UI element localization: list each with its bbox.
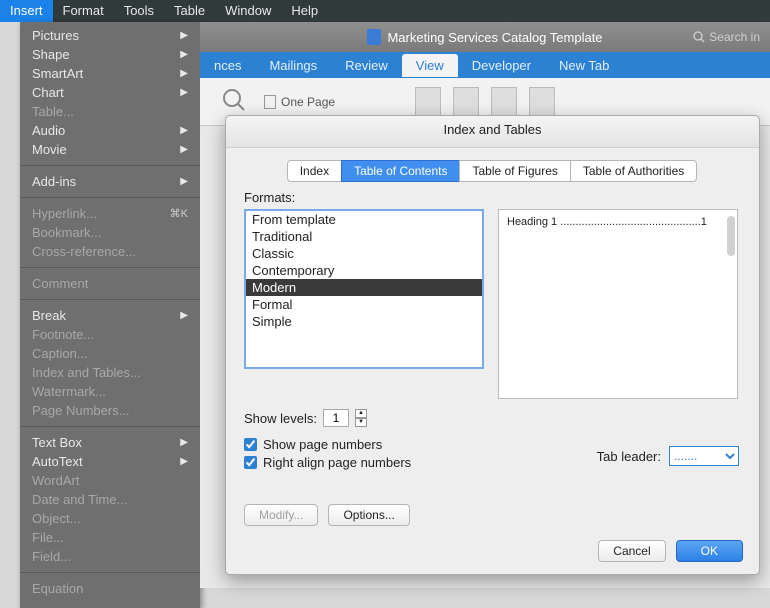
search-placeholder: Search in — [709, 30, 760, 44]
menu-insert[interactable]: Insert — [0, 0, 53, 22]
one-page-option[interactable]: One Page — [264, 95, 335, 109]
search-icon — [693, 31, 705, 43]
submenu-arrow-icon: ▶ — [180, 125, 188, 136]
menu-item-footnote: Footnote... — [20, 325, 200, 344]
menu-item-pictures[interactable]: Pictures▶ — [20, 26, 200, 45]
toc-preview: Heading 1 ..............................… — [498, 209, 738, 399]
menu-table[interactable]: Table — [164, 0, 215, 22]
menu-window[interactable]: Window — [215, 0, 281, 22]
menu-tools[interactable]: Tools — [114, 0, 164, 22]
menu-item-autotext[interactable]: AutoText▶ — [20, 452, 200, 471]
menu-item-bookmark: Bookmark... — [20, 223, 200, 242]
one-page-label: One Page — [281, 95, 335, 109]
window-title: Marketing Services Catalog Template — [387, 30, 602, 45]
menu-item-file: File... — [20, 528, 200, 547]
menu-item-cross-reference: Cross-reference... — [20, 242, 200, 261]
menu-item-comment: Comment — [20, 274, 200, 293]
submenu-arrow-icon: ▶ — [180, 456, 188, 467]
format-option-contemporary[interactable]: Contemporary — [246, 262, 482, 279]
dialog-tabs: Index Table of Contents Table of Figures… — [226, 160, 759, 182]
formats-listbox[interactable]: From templateTraditionalClassicContempor… — [244, 209, 484, 369]
show-page-numbers-label: Show page numbers — [263, 437, 382, 452]
ok-button[interactable]: OK — [676, 540, 743, 562]
menu-item-movie[interactable]: Movie▶ — [20, 140, 200, 159]
formats-label: Formats: — [244, 190, 741, 205]
show-levels-input[interactable] — [323, 409, 349, 427]
ribbon-tab-view[interactable]: View — [402, 54, 458, 77]
menu-item-table: Table... — [20, 102, 200, 121]
menu-item-smartart[interactable]: SmartArt▶ — [20, 64, 200, 83]
tab-table-of-figures[interactable]: Table of Figures — [459, 160, 570, 182]
menu-item-caption: Caption... — [20, 344, 200, 363]
modify-button: Modify... — [244, 504, 318, 526]
submenu-arrow-icon: ▶ — [180, 30, 188, 41]
search-box[interactable]: Search in — [693, 30, 760, 44]
menu-item-date-and-time: Date and Time... — [20, 490, 200, 509]
menu-item-shape[interactable]: Shape▶ — [20, 45, 200, 64]
cancel-button[interactable]: Cancel — [598, 540, 665, 562]
menu-item-field: Field... — [20, 547, 200, 566]
tab-leader-select[interactable]: ....... — [669, 446, 739, 466]
show-levels-stepper[interactable]: ▲ ▼ — [355, 409, 367, 427]
ribbon-tabs: nces Mailings Review View Developer New … — [200, 52, 770, 78]
stepper-down-icon[interactable]: ▼ — [355, 418, 367, 427]
menu-item-object: Object... — [20, 509, 200, 528]
index-and-tables-dialog: Index and Tables Index Table of Contents… — [225, 115, 760, 575]
submenu-arrow-icon: ▶ — [180, 49, 188, 60]
menu-item-page-numbers: Page Numbers... — [20, 401, 200, 420]
stepper-up-icon[interactable]: ▲ — [355, 409, 367, 418]
ribbon-tab-review[interactable]: Review — [331, 54, 402, 77]
menu-item-break[interactable]: Break▶ — [20, 306, 200, 325]
menu-item-audio[interactable]: Audio▶ — [20, 121, 200, 140]
ribbon-tab-developer[interactable]: Developer — [458, 54, 545, 77]
menu-item-add-ins[interactable]: Add-ins▶ — [20, 172, 200, 191]
submenu-arrow-icon: ▶ — [180, 176, 188, 187]
tab-table-of-authorities[interactable]: Table of Authorities — [570, 160, 697, 182]
ribbon-shape-2[interactable] — [453, 87, 479, 117]
window-titlebar: Marketing Services Catalog Template Sear… — [200, 22, 770, 52]
menu-format[interactable]: Format — [53, 0, 114, 22]
zoom-icon[interactable] — [220, 86, 248, 117]
preview-scrollbar[interactable] — [727, 216, 735, 256]
tab-table-of-contents[interactable]: Table of Contents — [341, 160, 460, 182]
tab-leader-label: Tab leader: — [597, 449, 661, 464]
submenu-arrow-icon: ▶ — [180, 144, 188, 155]
dialog-title: Index and Tables — [226, 116, 759, 148]
right-align-label: Right align page numbers — [263, 455, 411, 470]
submenu-arrow-icon: ▶ — [180, 437, 188, 448]
menu-item-hyperlink: Hyperlink...⌘K — [20, 204, 200, 223]
ribbon-tab-references[interactable]: nces — [200, 54, 255, 77]
format-option-formal[interactable]: Formal — [246, 296, 482, 313]
ribbon-shape-4[interactable] — [529, 87, 555, 117]
menu-item-text-box[interactable]: Text Box▶ — [20, 433, 200, 452]
ribbon-shape-1[interactable] — [415, 87, 441, 117]
menu-item-equation: Equation — [20, 579, 200, 598]
menu-help[interactable]: Help — [281, 0, 328, 22]
submenu-arrow-icon: ▶ — [180, 68, 188, 79]
menu-item-watermark: Watermark... — [20, 382, 200, 401]
document-icon — [367, 29, 381, 45]
format-option-classic[interactable]: Classic — [246, 245, 482, 262]
show-levels-label: Show levels: — [244, 411, 317, 426]
tab-index[interactable]: Index — [287, 160, 342, 182]
ribbon-tab-mailings[interactable]: Mailings — [255, 54, 331, 77]
menu-item-index-and-tables: Index and Tables... — [20, 363, 200, 382]
menu-item-wordart: WordArt — [20, 471, 200, 490]
format-option-simple[interactable]: Simple — [246, 313, 482, 330]
insert-dropdown: Pictures▶Shape▶SmartArt▶Chart▶Table...Au… — [20, 22, 200, 608]
menu-item-chart[interactable]: Chart▶ — [20, 83, 200, 102]
format-option-traditional[interactable]: Traditional — [246, 228, 482, 245]
format-option-modern[interactable]: Modern — [246, 279, 482, 296]
preview-line: Heading 1 ..............................… — [507, 216, 729, 228]
ribbon-shape-3[interactable] — [491, 87, 517, 117]
shortcut-label: ⌘K — [170, 207, 188, 220]
right-align-checkbox[interactable] — [244, 456, 257, 469]
show-page-numbers-checkbox[interactable] — [244, 438, 257, 451]
menubar: Insert Format Tools Table Window Help — [0, 0, 770, 22]
submenu-arrow-icon: ▶ — [180, 87, 188, 98]
format-option-from-template[interactable]: From template — [246, 211, 482, 228]
submenu-arrow-icon: ▶ — [180, 310, 188, 321]
options-button[interactable]: Options... — [328, 504, 409, 526]
ribbon-tab-newtab[interactable]: New Tab — [545, 54, 623, 77]
